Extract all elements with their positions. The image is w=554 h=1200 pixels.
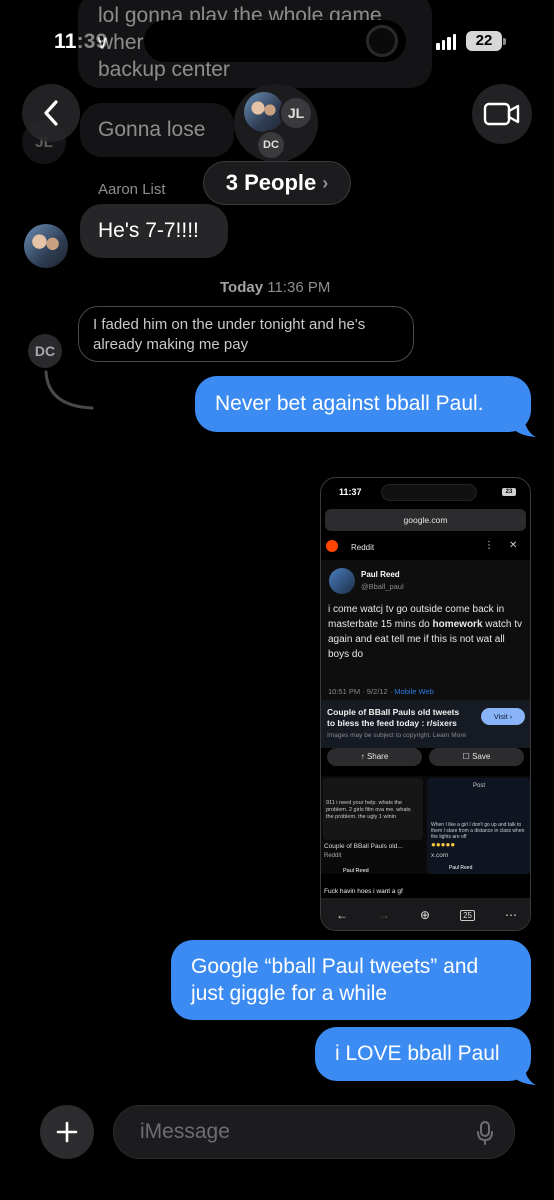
save-button: ☐ Save [429, 748, 524, 766]
tweet-meta: 10:51 PM · 9/2/12 · Mobile Web [328, 687, 434, 696]
message-bubble[interactable]: i LOVE bball Paul [315, 1027, 531, 1081]
chevron-left-icon [44, 100, 58, 126]
screenshot-status-time: 11:37 [339, 487, 362, 497]
tweet-avatar [329, 568, 355, 594]
message-text: Gonna lose [98, 118, 206, 141]
chevron-right-icon: › [322, 172, 329, 193]
message-bubble[interactable]: Google “bball Paul tweets” and just gigg… [171, 940, 531, 1020]
search-result-title: Couple of BBall Pauls old tweets to bles… [327, 707, 460, 728]
battery-tip [503, 38, 506, 45]
related-image-text: 911 i need your help. whats the problem.… [326, 800, 411, 820]
related-image-text: When I like a girl I don't go up and tal… [431, 822, 525, 840]
message-text: Never bet against bball Paul. [215, 392, 484, 415]
message-text: Google “bball Paul tweets” and just gigg… [191, 955, 479, 1005]
emoji-row: ●●●●● [431, 840, 456, 849]
related-image-caption: Couple of BBall Pauls old... [324, 843, 403, 850]
bubble-tail [512, 1066, 536, 1085]
tweet-text-bold: homework [432, 619, 483, 630]
tweet-meta-date: 10:51 PM · 9/2/12 · [328, 687, 395, 696]
tabs-count: 25 [460, 909, 475, 921]
timestamp-time: 11:36 PM [267, 279, 331, 296]
group-member-avatar: DC [256, 130, 286, 160]
message-input[interactable]: iMessage [113, 1105, 515, 1159]
message-bubble[interactable]: Gonna lose [80, 103, 234, 157]
related-image-name: Paul Reed [449, 865, 473, 871]
related-image-card: 911 i need your help. whats the problem.… [323, 778, 423, 840]
dynamic-island [144, 20, 406, 62]
timestamp-day: Today [220, 279, 264, 296]
cellular-signal-icon [436, 34, 456, 50]
message-bubble[interactable]: I faded him on the under tonight and he'… [78, 306, 414, 362]
plus-icon [56, 1121, 78, 1143]
related-image-tweet: Fuck havin hoes i want a gf [324, 888, 403, 895]
related-image-header: Post [473, 783, 486, 789]
message-bubble[interactable]: Never bet against bball Paul. [195, 376, 531, 432]
group-details-button[interactable]: 3 People › [203, 161, 351, 205]
related-image-source: x.com [431, 852, 449, 859]
bubble-tail [512, 418, 536, 437]
microphone-icon[interactable] [476, 1120, 494, 1146]
save-label: Save [472, 752, 491, 761]
screenshot-toolbar: ← → ⊕ 25 ⋯ [321, 898, 530, 930]
timestamp: Today 11:36 PM [220, 279, 330, 296]
group-member-avatar: JL [279, 96, 313, 130]
tweet-meta-link: Mobile Web [394, 687, 434, 696]
sender-name: Aaron List [98, 181, 166, 198]
group-people-label: 3 People [225, 170, 317, 195]
screenshot-url-bar: google.com [325, 509, 526, 531]
battery-indicator: 22 [466, 31, 502, 51]
message-bubble[interactable]: He's 7-7!!!! [80, 204, 228, 258]
forward-arrow-icon: → [378, 908, 390, 922]
back-button[interactable] [22, 84, 80, 142]
add-attachment-button[interactable] [40, 1105, 94, 1159]
new-tab-icon: ⊕ [420, 908, 431, 922]
more-options-icon: ⋮ [484, 540, 494, 551]
close-icon: ✕ [509, 540, 518, 551]
screenshot-dynamic-island [381, 484, 477, 501]
visit-button: Visit › [481, 708, 525, 725]
reply-thread-curve [44, 370, 94, 410]
message-text: I faded him on the under tonight and he'… [93, 316, 366, 353]
message-input-placeholder: iMessage [140, 1120, 230, 1143]
related-image-source: Reddit [324, 853, 342, 859]
share-button: ↑ Share [327, 748, 422, 766]
screenshot-url: google.com [403, 515, 448, 525]
related-image-card: Post When I like a girl I don't go up an… [427, 778, 530, 874]
facetime-button[interactable] [472, 84, 532, 144]
group-member-photo [244, 92, 284, 132]
message-text: He's 7-7!!!! [98, 219, 199, 242]
tweet-author-name: Paul Reed [361, 570, 400, 579]
related-image-name: Paul Reed [343, 868, 369, 874]
back-arrow-icon: ← [336, 908, 348, 922]
tweet-author-handle: @Bball_paul [361, 582, 404, 591]
more-icon: ⋯ [504, 908, 517, 922]
image-attachment[interactable]: 11:37 23 google.com Reddit ⋮ ✕ Paul Reed… [320, 477, 531, 931]
group-avatar[interactable]: JL DC [234, 84, 318, 162]
search-result-note: Images may be subject to copyright. Lear… [327, 732, 467, 739]
avatar[interactable]: DC [28, 334, 62, 368]
message-text: i LOVE bball Paul [335, 1042, 500, 1065]
screenshot-battery: 23 [502, 488, 516, 496]
camera-icon [366, 25, 398, 57]
reddit-logo-icon [326, 540, 338, 552]
video-camera-icon [483, 102, 520, 126]
screenshot-source-label: Reddit [351, 543, 375, 552]
share-label: Share [366, 752, 389, 761]
tweet-text: i come watcj tv go outside come back in … [328, 602, 528, 662]
avatar[interactable] [24, 224, 68, 268]
